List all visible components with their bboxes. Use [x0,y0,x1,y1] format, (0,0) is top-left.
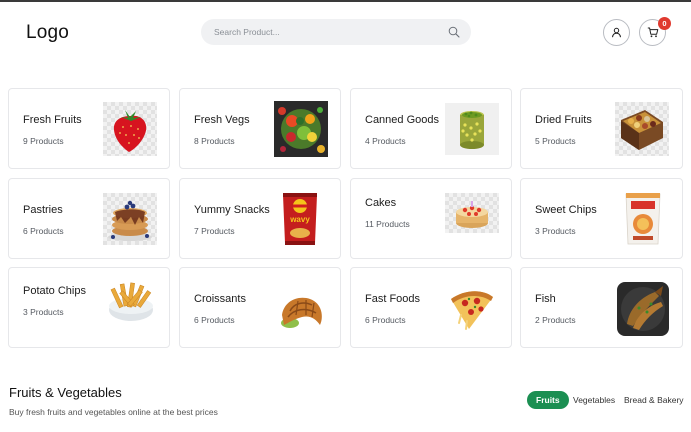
chips-bag-red-image: wavy [277,191,323,247]
category-card[interactable]: Sweet Chips 3 Products [520,178,683,259]
grilled-fish-image [617,282,669,336]
section-subtitle: Buy fresh fruits and vegetables online a… [9,407,218,417]
logo[interactable]: Logo [26,22,69,44]
account-button[interactable] [603,19,630,46]
pancakes-image [103,193,157,245]
category-card[interactable]: Fish 2 Products [520,267,683,348]
category-card[interactable]: Canned Goods 4 Products [350,88,512,169]
category-card[interactable]: Pastries 6 Products [8,178,170,259]
category-product-count: 3 Products [23,307,64,317]
tab-bread-bakery[interactable]: Bread & Bakery [624,391,684,409]
category-card[interactable]: Fast Foods 6 Products [350,267,512,348]
svg-text:wavy: wavy [289,215,310,224]
section-title: Fruits & Vegetables [9,385,122,400]
canned-peas-image [445,103,499,155]
cart-count-badge: 0 [658,17,671,30]
vegetables-bowl-image [274,101,328,157]
category-name: Potato Chips [23,285,86,297]
category-card[interactable]: Potato Chips 3 Products [8,267,170,348]
user-icon [612,27,621,38]
search-icon[interactable] [448,26,460,38]
tab-vegetables[interactable]: Vegetables [573,391,615,409]
category-product-count: 3 Products [535,226,576,236]
pizza-slice-image [447,285,497,333]
category-product-count: 6 Products [194,315,235,325]
search-bar[interactable] [201,19,471,45]
top-border [0,0,691,2]
cart-icon [647,27,658,38]
category-name: Dried Fruits [535,114,592,126]
category-name: Pastries [23,204,63,216]
category-card[interactable]: Fresh Fruits 9 Products [8,88,170,169]
category-product-count: 2 Products [535,315,576,325]
category-product-count: 7 Products [194,226,235,236]
category-card[interactable]: Croissants 6 Products [179,267,341,348]
category-name: Croissants [194,293,246,305]
category-card[interactable]: Yummy Snacks 7 Products wavy [179,178,341,259]
fries-bowl-image [105,278,157,324]
category-product-count: 9 Products [23,136,64,146]
category-name: Fish [535,293,556,305]
dried-fruits-box-image [615,102,669,156]
category-name: Sweet Chips [535,204,597,216]
category-product-count: 11 Products [365,219,410,229]
category-name: Canned Goods [365,114,439,126]
category-product-count: 6 Products [365,315,406,325]
category-card[interactable]: Dried Fruits 5 Products [520,88,683,169]
category-card[interactable]: Cakes 11 Products [350,178,512,259]
category-name: Fresh Fruits [23,114,82,126]
tab-fruits[interactable]: Fruits [527,391,569,409]
category-card[interactable]: Fresh Vegs 8 Products [179,88,341,169]
cake-image [445,193,499,233]
category-name: Cakes [365,197,397,209]
category-product-count: 4 Products [365,136,406,146]
croissant-image [276,285,326,335]
category-name: Yummy Snacks [194,204,270,216]
strawberry-image [103,102,157,156]
category-name: Fresh Vegs [194,114,250,126]
category-product-count: 8 Products [194,136,235,146]
category-product-count: 5 Products [535,136,576,146]
chips-bag-white-image [621,191,665,247]
category-name: Fast Foods [365,293,421,305]
category-product-count: 6 Products [23,226,64,236]
search-input[interactable] [214,19,434,45]
